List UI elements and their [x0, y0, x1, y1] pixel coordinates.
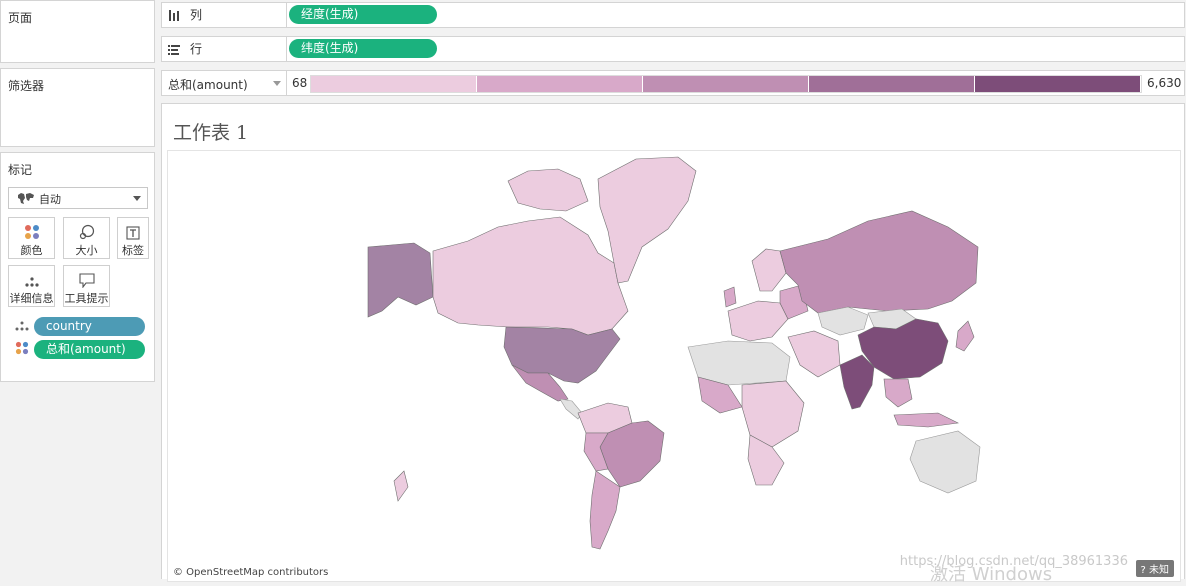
field-pill-country[interactable]: country — [34, 317, 145, 336]
shelf-divider — [286, 3, 287, 27]
legend-step — [643, 76, 809, 92]
map-icon — [18, 193, 34, 204]
legend-step — [809, 76, 975, 92]
shelf-divider — [286, 71, 287, 95]
western-europe[interactable] — [727, 300, 789, 342]
indonesia[interactable] — [893, 412, 960, 428]
color-button[interactable]: 颜色 — [8, 217, 55, 259]
japan[interactable] — [955, 320, 975, 352]
india[interactable] — [839, 354, 875, 410]
australia[interactable] — [909, 430, 981, 494]
tooltip-button-label: 工具提示 — [64, 292, 109, 305]
rows-icon — [168, 44, 180, 55]
color-button-label: 颜色 — [20, 244, 43, 257]
shelf-divider — [286, 37, 287, 61]
rows-shelf-label: 行 — [190, 42, 203, 56]
new-zealand[interactable] — [393, 470, 409, 502]
detail-button-label: 详细信息 — [9, 292, 54, 305]
southeast-asia[interactable] — [883, 378, 913, 408]
detail-icon — [24, 277, 39, 287]
columns-shelf[interactable]: 列 经度(生成) — [161, 2, 1185, 28]
russia[interactable] — [779, 210, 979, 314]
map-view[interactable]: © OpenStreetMap contributors ? 未知 — [167, 150, 1181, 582]
middle-east[interactable] — [787, 330, 841, 378]
legend-max: 6,630 — [1147, 76, 1182, 90]
legend-gradient — [310, 75, 1142, 93]
chevron-down-icon — [133, 196, 141, 201]
legend-step — [477, 76, 643, 92]
tooltip-icon — [78, 273, 95, 288]
filters-title: 筛选器 — [8, 79, 45, 93]
legend-min: 68 — [292, 76, 308, 90]
map-zoom-indicator[interactable]: ? 未知 — [1135, 560, 1174, 577]
label-button[interactable]: 标签 — [117, 217, 149, 259]
color-field-icon — [15, 341, 29, 355]
filters-card[interactable]: 筛选器 — [0, 68, 155, 147]
central-asia[interactable] — [817, 306, 869, 336]
detail-field-icon — [15, 321, 29, 331]
canada[interactable] — [432, 216, 629, 336]
color-icon — [24, 225, 39, 239]
detail-button[interactable]: 详细信息 — [8, 265, 55, 307]
color-legend[interactable]: 总和(amount) 68 6,630 — [161, 70, 1185, 96]
mark-type-select[interactable]: 自动 — [8, 187, 148, 209]
field-pill-amount[interactable]: 总和(amount) — [34, 340, 145, 359]
world-map[interactable] — [168, 151, 1180, 581]
legend-dropdown-icon[interactable] — [273, 81, 281, 86]
latitude-pill[interactable]: 纬度(生成) — [289, 39, 437, 58]
legend-field-label: 总和(amount) — [168, 78, 248, 92]
pages-title: 页面 — [8, 11, 33, 25]
columns-shelf-label: 列 — [190, 8, 203, 22]
sheet-title: 工作表 1 — [173, 122, 249, 144]
marks-title: 标记 — [8, 163, 33, 177]
central-america[interactable] — [559, 398, 583, 420]
size-button-label: 大小 — [75, 244, 98, 257]
map-credit[interactable]: © OpenStreetMap contributors — [173, 567, 328, 578]
uk[interactable] — [723, 286, 737, 308]
alaska[interactable] — [367, 242, 434, 318]
legend-step — [311, 76, 477, 92]
pages-card[interactable]: 页面 — [0, 0, 155, 63]
argentina-chile[interactable] — [589, 470, 621, 550]
mark-type-value: 自动 — [39, 193, 61, 206]
tooltip-button[interactable]: 工具提示 — [63, 265, 110, 307]
columns-icon — [169, 9, 179, 21]
rows-shelf[interactable]: 行 纬度(生成) — [161, 36, 1185, 62]
marks-card: 标记 自动 颜色 大小 标签 详细信息 工具提示 country 总和(amou… — [0, 152, 155, 382]
activate-windows-watermark: 激活 Windows — [930, 564, 1053, 585]
size-button[interactable]: 大小 — [63, 217, 110, 259]
text-label-icon — [126, 226, 140, 240]
worksheet: 工作表 1 © OpenStreetMap contributors ? 未知 — [161, 103, 1185, 582]
longitude-pill[interactable]: 经度(生成) — [289, 5, 437, 24]
size-icon — [79, 224, 94, 240]
legend-step — [975, 76, 1141, 92]
canada-arctic-islands[interactable] — [507, 168, 589, 212]
label-button-label: 标签 — [122, 244, 144, 257]
